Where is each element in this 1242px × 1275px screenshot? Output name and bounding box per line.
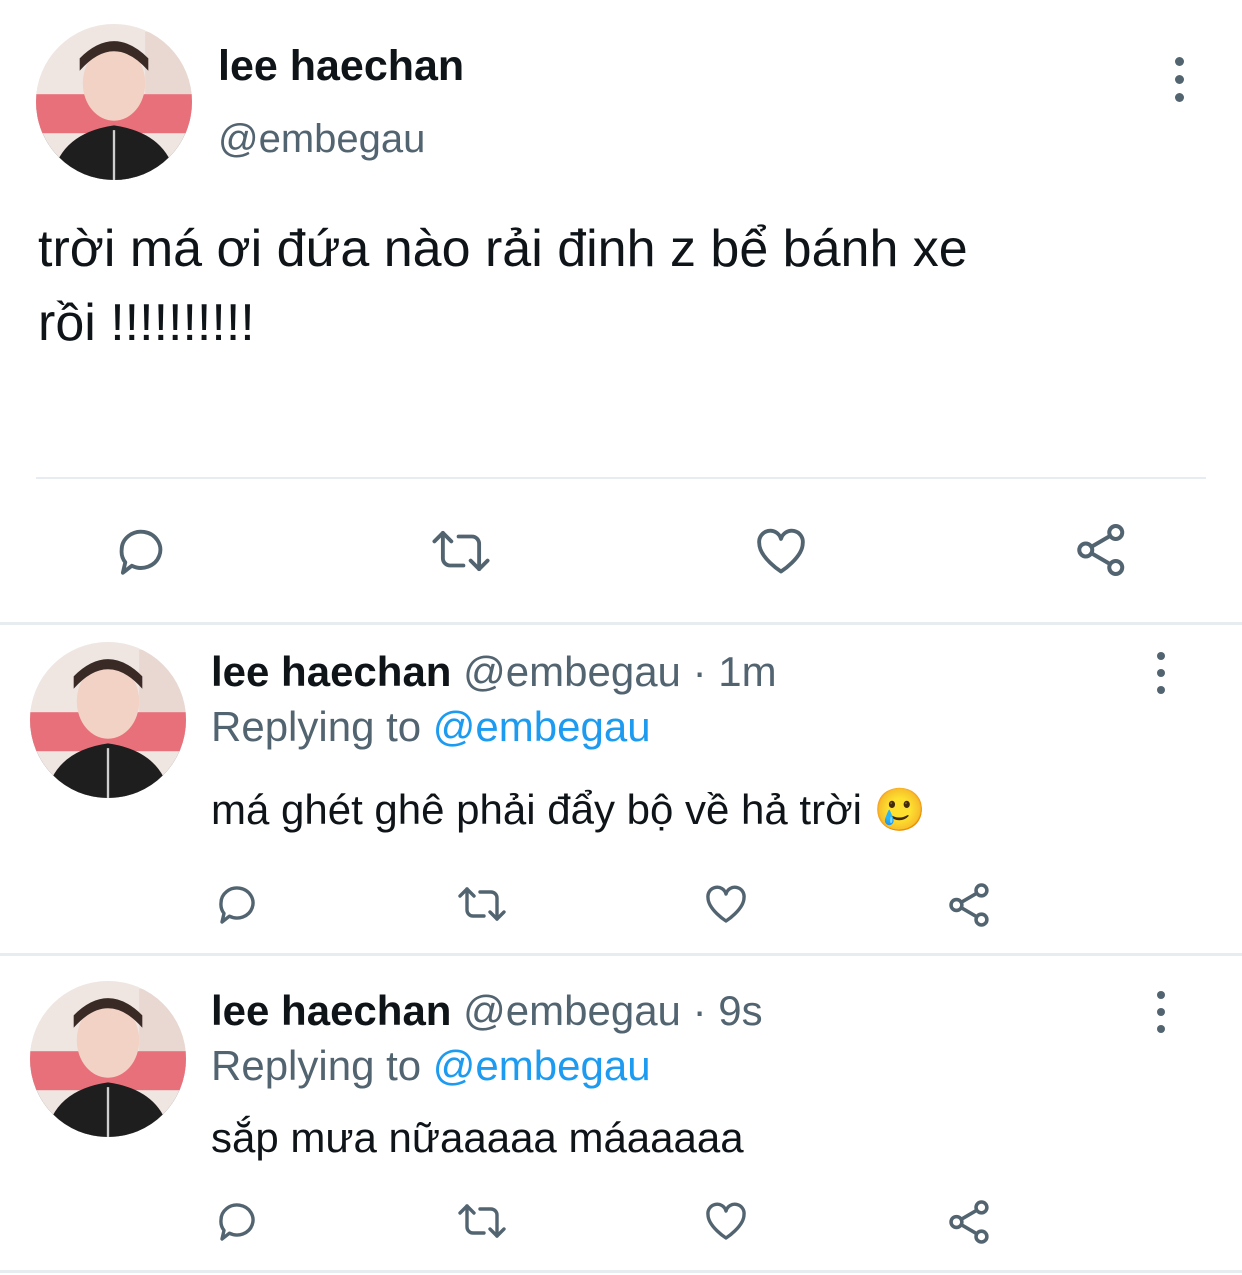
avatar-image: [30, 981, 186, 1137]
share-icon[interactable]: [945, 880, 995, 930]
share-icon[interactable]: [945, 1197, 995, 1247]
divider: [0, 953, 1242, 956]
divider: [0, 1270, 1242, 1273]
heart-icon[interactable]: [702, 1197, 750, 1245]
share-icon[interactable]: [1072, 520, 1132, 580]
more-vertical-icon[interactable]: [1164, 57, 1194, 102]
reply-display-name[interactable]: lee haechan: [211, 987, 451, 1034]
more-vertical-icon[interactable]: [1146, 991, 1176, 1033]
reply-text: sắp mưa nữaaaaa máaaaaa: [211, 1114, 744, 1161]
tweet-text: trời má ơi đứa nào rải đinh z bể bánh xe…: [38, 212, 968, 360]
reply-icon[interactable]: [213, 1197, 261, 1245]
heart-icon[interactable]: [702, 880, 750, 928]
replying-to-handle[interactable]: @embegau: [433, 703, 651, 750]
replying-to-label: Replying to: [211, 1042, 422, 1089]
tweet-text-line: trời má ơi đứa nào rải đinh z bể bánh xe: [38, 220, 968, 278]
retweet-icon[interactable]: [454, 1197, 510, 1245]
tweet-text-line: rồi !!!!!!!!!!: [38, 294, 255, 352]
avatar[interactable]: [30, 981, 186, 1137]
divider: [0, 622, 1242, 625]
reply-timestamp[interactable]: · 1m: [693, 648, 777, 695]
divider: [36, 477, 1206, 479]
reply-timestamp[interactable]: · 9s: [693, 987, 763, 1034]
author-handle[interactable]: @embegau: [218, 117, 425, 162]
avatar[interactable]: [36, 24, 192, 180]
retweet-icon[interactable]: [428, 522, 494, 580]
reply-display-name[interactable]: lee haechan: [211, 648, 451, 695]
heart-icon[interactable]: [752, 522, 810, 580]
author-display-name[interactable]: lee haechan: [218, 42, 464, 91]
reply-header: lee haechan @embegau · 1m: [211, 648, 777, 696]
reply-text: má ghét ghê phải đẩy bộ về hả trời 🥲: [211, 786, 926, 833]
avatar-image: [36, 24, 192, 180]
more-vertical-icon[interactable]: [1146, 652, 1176, 694]
replying-to: Replying to @embegau: [211, 703, 651, 751]
replying-to-handle[interactable]: @embegau: [433, 1042, 651, 1089]
avatar-image: [30, 642, 186, 798]
reply-handle[interactable]: @embegau: [463, 648, 681, 695]
retweet-icon[interactable]: [454, 880, 510, 928]
replying-to: Replying to @embegau: [211, 1042, 651, 1090]
replying-to-label: Replying to: [211, 703, 422, 750]
reply-icon[interactable]: [213, 880, 261, 928]
reply-icon[interactable]: [112, 522, 170, 580]
avatar[interactable]: [30, 642, 186, 798]
reply-handle[interactable]: @embegau: [463, 987, 681, 1034]
reply-header: lee haechan @embegau · 9s: [211, 987, 763, 1035]
